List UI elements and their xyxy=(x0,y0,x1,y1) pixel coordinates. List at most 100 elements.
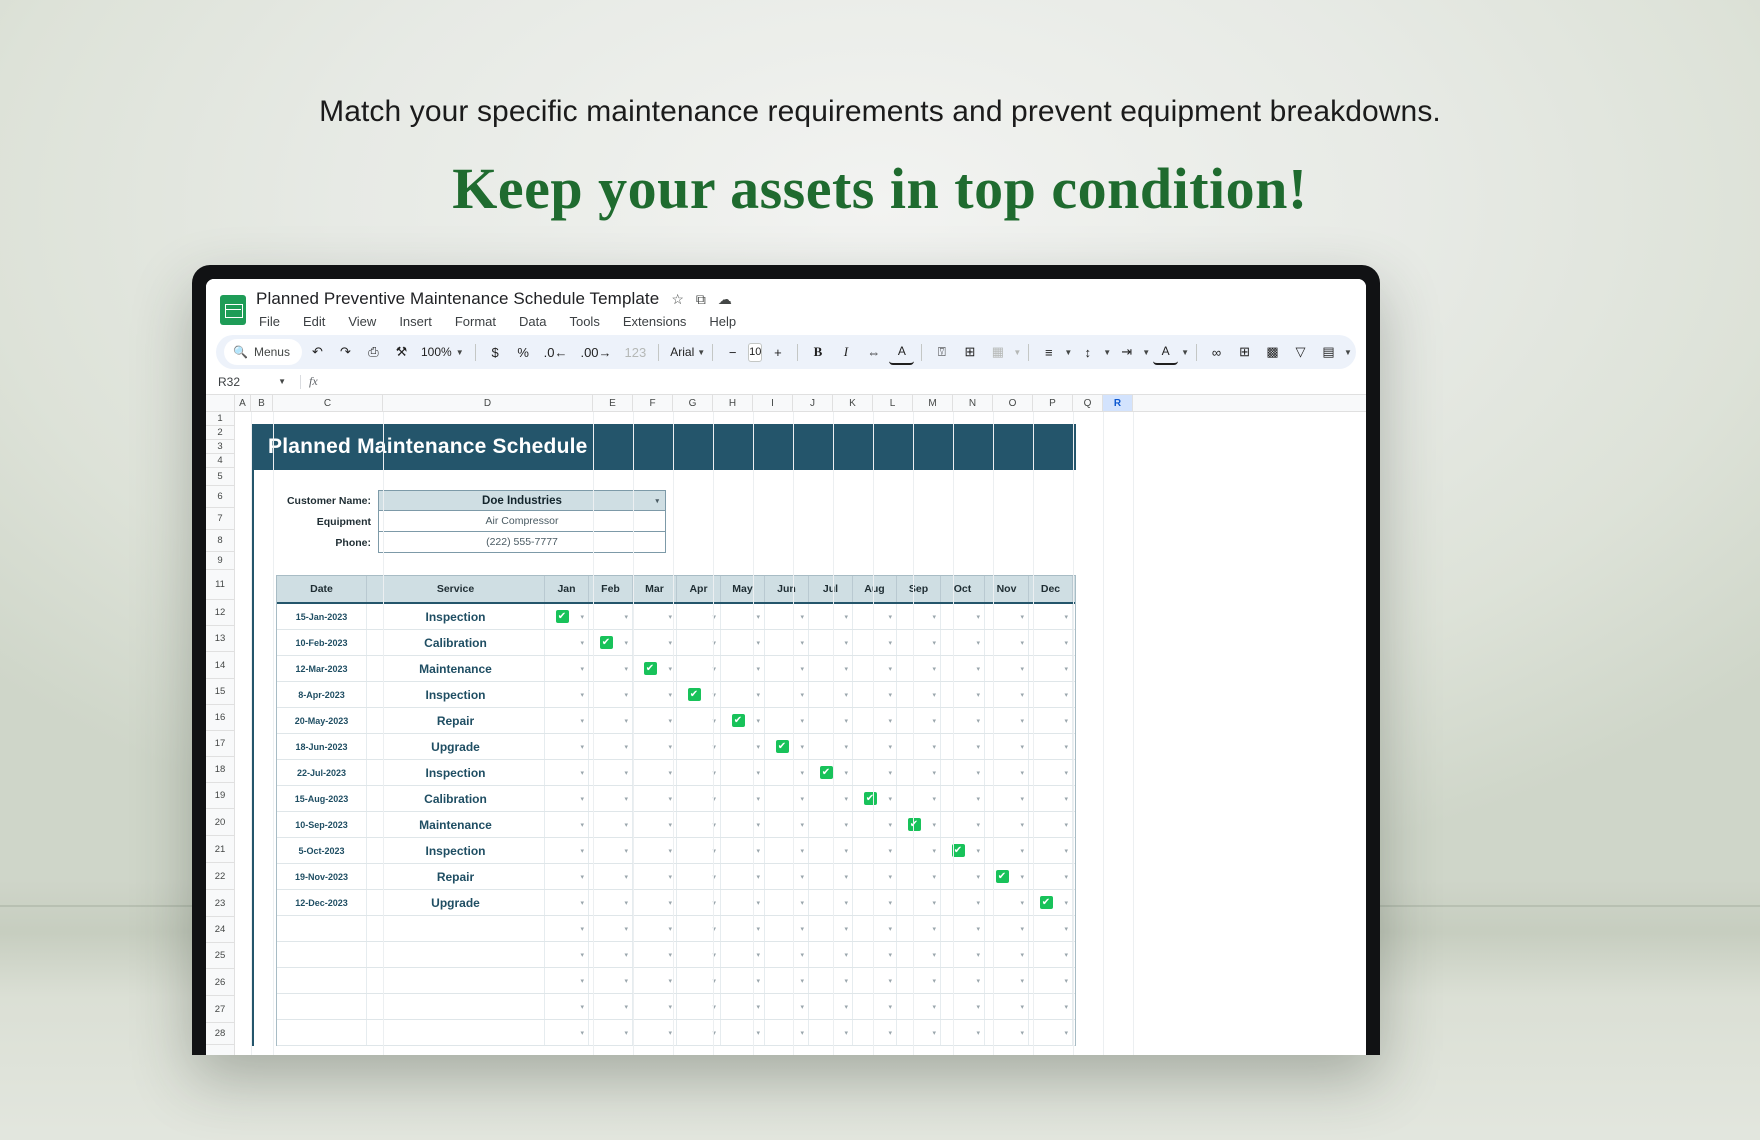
cell-month-sep[interactable]: ▾ xyxy=(897,838,941,863)
checkbox-checked-icon[interactable]: ✔ xyxy=(643,662,657,675)
cell-month-mar[interactable]: ▾ xyxy=(633,968,677,993)
cell-month-dec[interactable]: ▾ xyxy=(1029,760,1073,785)
chevron-down-icon[interactable]: ▾ xyxy=(888,613,892,621)
chevron-down-icon[interactable]: ▾ xyxy=(932,769,936,777)
row-header-25[interactable]: 25 xyxy=(206,943,234,969)
chevron-down-icon[interactable]: ▾ xyxy=(580,1003,584,1011)
column-header-A[interactable]: A xyxy=(235,395,251,411)
cell-month-sep[interactable]: ▾ xyxy=(897,786,941,811)
chevron-down-icon[interactable]: ▾ xyxy=(932,821,936,829)
chevron-down-icon[interactable]: ▾ xyxy=(1020,743,1024,751)
cell-service[interactable] xyxy=(367,994,545,1019)
chevron-down-icon[interactable]: ▾ xyxy=(932,795,936,803)
chevron-down-icon[interactable]: ▾ xyxy=(580,691,584,699)
chevron-down-icon[interactable]: ▾ xyxy=(1020,717,1024,725)
chevron-down-icon[interactable]: ▾ xyxy=(756,743,760,751)
cell-month-mar[interactable]: ▾ xyxy=(633,916,677,941)
cell-date[interactable] xyxy=(277,994,367,1019)
cell-month-dec[interactable]: ▾ xyxy=(1029,708,1073,733)
chevron-down-icon[interactable]: ▾ xyxy=(580,795,584,803)
cell-month-sep[interactable]: ▾ xyxy=(897,1020,941,1045)
cell-service[interactable]: Upgrade xyxy=(367,734,545,759)
checkbox-checked-icon[interactable]: ✔ xyxy=(775,740,789,753)
cell-month-oct[interactable]: ▾ xyxy=(941,760,985,785)
cell-month-aug[interactable]: ▾ xyxy=(853,916,897,941)
cell-month-jul[interactable]: ▾ xyxy=(809,890,853,915)
chevron-down-icon[interactable]: ▾ xyxy=(624,717,628,725)
chevron-down-icon[interactable]: ▾ xyxy=(844,925,848,933)
cell-month-jan[interactable]: ▾ xyxy=(545,864,589,889)
chevron-down-icon[interactable]: ▾ xyxy=(668,925,672,933)
row-header-17[interactable]: 17 xyxy=(206,731,234,757)
cell-month-jan[interactable]: ▾ xyxy=(545,786,589,811)
cell-service[interactable]: Calibration xyxy=(367,630,545,655)
chevron-down-icon[interactable]: ▾ xyxy=(800,821,804,829)
checkbox-checked-icon[interactable]: ✔ xyxy=(687,688,701,701)
cell-month-oct[interactable]: ▾ xyxy=(941,682,985,707)
cell-month-jul[interactable]: ▾ xyxy=(809,786,853,811)
cell-month-aug[interactable]: ▾ xyxy=(853,1020,897,1045)
chevron-down-icon[interactable]: ▾ xyxy=(1064,1003,1068,1011)
chevron-down-icon[interactable]: ▾ xyxy=(844,665,848,673)
cell-month-oct[interactable]: ▾ xyxy=(941,708,985,733)
chevron-down-icon[interactable]: ▾ xyxy=(1020,951,1024,959)
cell-month-jan[interactable]: ▾ xyxy=(545,968,589,993)
cell-month-sep[interactable]: ▾ xyxy=(897,994,941,1019)
borders-button[interactable]: ⊞ xyxy=(957,340,982,365)
cell-month-nov[interactable]: ▾ xyxy=(985,994,1029,1019)
chevron-down-icon[interactable]: ▾ xyxy=(976,639,980,647)
star-icon[interactable]: ☆ xyxy=(671,292,684,306)
cell-month-may[interactable]: ▾ xyxy=(721,812,765,837)
row-header-19[interactable]: 19 xyxy=(206,783,234,809)
chevron-down-icon[interactable]: ▾ xyxy=(800,691,804,699)
cell-month-nov[interactable]: ▾ xyxy=(985,760,1029,785)
checkbox-checked-icon[interactable]: ✔ xyxy=(863,792,877,805)
text-wrapping-button[interactable]: ⇥ xyxy=(1114,340,1139,365)
cell-month-aug[interactable]: ▾ xyxy=(853,838,897,863)
chevron-down-icon[interactable]: ▾ xyxy=(932,977,936,985)
chevron-down-icon[interactable]: ▾ xyxy=(1020,769,1024,777)
cell-month-mar[interactable]: ▾ xyxy=(633,890,677,915)
cell-month-nov[interactable]: ▾ xyxy=(985,656,1029,681)
chevron-down-icon[interactable]: ▾ xyxy=(844,1003,848,1011)
row-header-22[interactable]: 22 xyxy=(206,863,234,890)
cell-month-mar[interactable]: ▾ xyxy=(633,1020,677,1045)
chevron-down-icon[interactable]: ▾ xyxy=(888,691,892,699)
chevron-down-icon[interactable]: ▾ xyxy=(844,899,848,907)
cell-month-aug[interactable]: ▾ xyxy=(853,942,897,967)
row-header-2[interactable]: 2 xyxy=(206,426,234,440)
cell-month-mar[interactable]: ▾ xyxy=(633,838,677,863)
cell-month-jun[interactable]: ▾ xyxy=(765,942,809,967)
chevron-down-icon[interactable]: ▾ xyxy=(624,769,628,777)
cell-month-apr[interactable]: ▾ xyxy=(677,604,721,629)
chevron-down-icon[interactable]: ▾ xyxy=(756,717,760,725)
cell-month-jun[interactable]: ▾ xyxy=(765,812,809,837)
cell-month-feb[interactable]: ▾ xyxy=(589,734,633,759)
cell-month-feb[interactable]: ▾ xyxy=(589,916,633,941)
cell-month-dec[interactable]: ▾ xyxy=(1029,630,1073,655)
chevron-down-icon[interactable]: ▾ xyxy=(624,925,628,933)
chevron-down-icon[interactable]: ▾ xyxy=(624,613,628,621)
cell-month-dec[interactable]: ▾ xyxy=(1029,968,1073,993)
cell-month-oct[interactable]: ▾ xyxy=(941,916,985,941)
cell-month-feb[interactable]: ✔ ▾ xyxy=(589,630,633,655)
chevron-down-icon[interactable]: ▾ xyxy=(668,795,672,803)
cell-date[interactable]: 22-Jul-2023 xyxy=(277,760,367,785)
cell-month-dec[interactable]: ▾ xyxy=(1029,786,1073,811)
chevron-down-icon[interactable]: ▾ xyxy=(668,639,672,647)
chevron-down-icon[interactable]: ▾ xyxy=(844,717,848,725)
chevron-down-icon[interactable]: ▾ xyxy=(624,743,628,751)
cell-month-jun[interactable]: ▾ xyxy=(765,760,809,785)
chevron-down-icon[interactable]: ▾ xyxy=(800,639,804,647)
chevron-down-icon[interactable]: ▾ xyxy=(756,951,760,959)
cell-month-may[interactable]: ▾ xyxy=(721,838,765,863)
cell-month-feb[interactable]: ▾ xyxy=(589,812,633,837)
column-header-R[interactable]: R xyxy=(1103,395,1133,411)
chevron-down-icon[interactable]: ▾ xyxy=(668,691,672,699)
chevron-down-icon[interactable]: ▾ xyxy=(1064,691,1068,699)
chevron-down-icon[interactable]: ▾ xyxy=(668,873,672,881)
cell-month-feb[interactable]: ▾ xyxy=(589,708,633,733)
cell-month-nov[interactable]: ▾ xyxy=(985,786,1029,811)
chevron-down-icon[interactable]: ▾ xyxy=(624,691,628,699)
fill-color-button[interactable]: ⍔ xyxy=(929,340,954,365)
